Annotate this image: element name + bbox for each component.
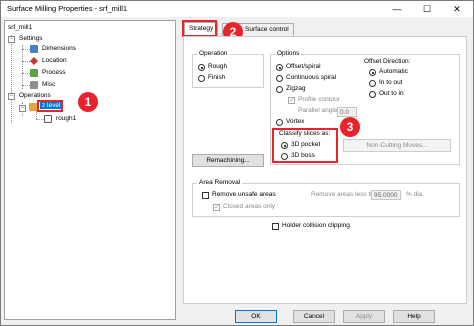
rough-radio[interactable]	[198, 64, 205, 71]
close-button[interactable]: ✕	[443, 1, 471, 17]
help-button[interactable]: Help	[393, 310, 435, 323]
tree-dimensions[interactable]: Dimensions	[42, 45, 76, 52]
parallel-angle-input[interactable]: 0.0	[337, 107, 357, 117]
zigzag-radio[interactable]	[276, 86, 283, 93]
tree-misc[interactable]: Misc	[42, 81, 55, 88]
callout-1: 1	[78, 92, 98, 112]
vortex-label: Vortex	[286, 118, 305, 125]
callout-3: 3	[340, 117, 360, 137]
out-to-in-radio[interactable]	[369, 91, 376, 98]
continuous-spiral-label: Continuous spiral	[286, 74, 337, 81]
vortex-radio[interactable]	[276, 119, 283, 126]
title-bar: Surface Milling Properties - srf_mill1 —…	[1, 1, 473, 17]
strategy-panel: Operation Rough Finish Options Offset/sp…	[183, 36, 467, 304]
tree-location[interactable]: Location	[42, 57, 67, 64]
operation-group: Operation Rough Finish	[192, 50, 264, 88]
out-to-in-label: Out to in	[379, 90, 404, 97]
profile-contour-checkbox[interactable]	[288, 96, 295, 104]
holder-collision-checkbox[interactable]	[272, 223, 279, 230]
dimensions-icon	[30, 45, 38, 53]
parallel-angle-label: Parallel angle	[298, 107, 338, 114]
unit-label: % dia.	[406, 191, 425, 198]
offset-direction-label: Offset Direction:	[364, 58, 411, 65]
cancel-button[interactable]: Cancel	[293, 310, 335, 323]
options-label: Options	[275, 50, 302, 57]
area-removal-group: Area Removal Remove unsafe areas Remove …	[192, 179, 460, 217]
remachining-button[interactable]: Remachining...	[192, 154, 264, 167]
remove-unsafe-checkbox[interactable]	[202, 192, 209, 199]
tree-settings[interactable]: Settings	[19, 35, 43, 42]
callout-box-3	[272, 128, 338, 163]
area-removal-label: Area Removal	[197, 179, 243, 186]
closed-areas-checkbox[interactable]	[213, 203, 220, 211]
offset-spiral-radio[interactable]	[276, 64, 283, 71]
window-title: Surface Milling Properties - srf_mill1	[7, 4, 128, 13]
tree-process[interactable]: Process	[42, 69, 65, 76]
tree-operations[interactable]: Operations	[19, 92, 51, 99]
feature-tree[interactable]: srf_mill1 − Settings Dimensions Location…	[4, 20, 176, 320]
automatic-label: Automatic	[379, 68, 408, 75]
properties-dialog: Surface Milling Properties - srf_mill1 —…	[0, 0, 474, 326]
collapse-icon[interactable]: −	[8, 93, 15, 100]
maximize-button[interactable]: ☐	[413, 1, 441, 17]
tree-rough1[interactable]: rough1	[56, 115, 76, 122]
process-icon	[30, 69, 38, 77]
collapse-icon[interactable]: −	[8, 36, 15, 43]
continuous-spiral-radio[interactable]	[276, 75, 283, 82]
offset-spiral-label: Offset/spiral	[286, 63, 321, 70]
misc-icon	[30, 81, 38, 89]
finish-radio[interactable]	[198, 75, 205, 82]
non-cutting-moves-button[interactable]: Non-Cutting Moves...	[343, 139, 451, 152]
rough-icon	[44, 115, 52, 123]
finish-label: Finish	[208, 74, 226, 81]
tree-root[interactable]: srf_mill1	[8, 24, 32, 31]
callout-box-1	[37, 100, 63, 112]
in-to-out-label: In to out	[379, 79, 403, 86]
closed-areas-label: Closed areas only	[223, 203, 276, 210]
location-icon	[30, 57, 38, 65]
in-to-out-radio[interactable]	[369, 80, 376, 87]
operation-label: Operation	[197, 50, 230, 57]
remove-unsafe-label: Remove unsafe areas	[212, 191, 276, 198]
apply-button[interactable]: Apply	[343, 310, 385, 323]
minimize-button[interactable]: —	[383, 1, 411, 17]
automatic-radio[interactable]	[369, 69, 376, 76]
callout-box-2	[182, 20, 217, 37]
area-value-input[interactable]: 95.0000	[371, 190, 401, 200]
profile-contour-label: Profile contour	[298, 96, 340, 103]
rough-label: Rough	[208, 63, 228, 70]
ok-button[interactable]: OK	[235, 310, 277, 323]
zigzag-label: Zigzag	[286, 85, 306, 92]
zlevel-icon	[29, 103, 37, 111]
holder-collision-label: Holder collision clipping	[282, 222, 350, 229]
collapse-icon[interactable]: −	[19, 105, 26, 112]
